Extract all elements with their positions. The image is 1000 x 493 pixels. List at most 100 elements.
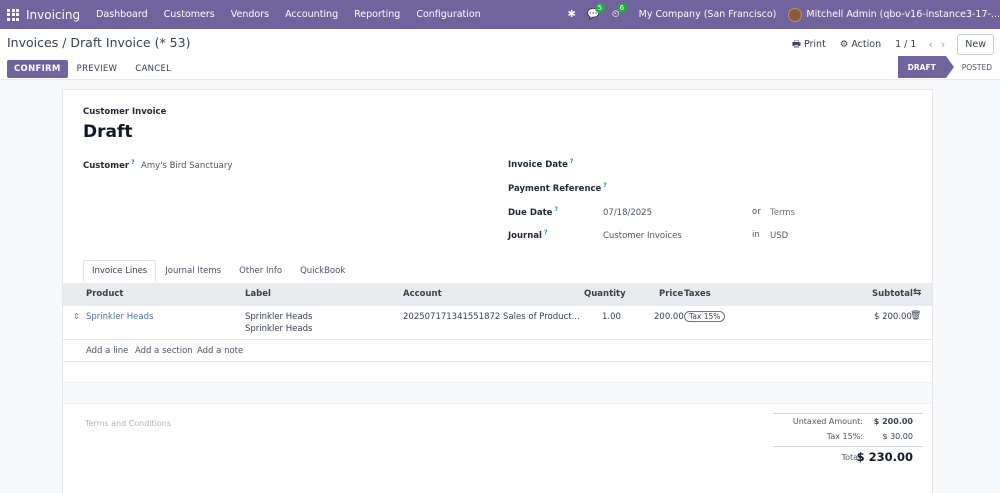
print-label: Print	[803, 39, 826, 50]
control-panel: Invoices / Draft Invoice (* 53) 🖶 Print ⚙…	[0, 29, 1000, 80]
confirm-button[interactable]: CONFIRM	[7, 60, 68, 78]
menu-accounting[interactable]: Accounting	[285, 9, 338, 20]
status-bar: DRAFT POSTED	[897, 56, 1000, 78]
breadcrumb-invoices[interactable]: Invoices	[7, 35, 58, 50]
customer-field[interactable]: Amy's Bird Sanctuary	[141, 161, 232, 171]
breadcrumb-separator: /	[62, 35, 67, 50]
tax-value: $ 30.00	[882, 432, 913, 441]
payment-reference-label: Payment Reference?	[508, 182, 607, 194]
top-navbar: Invoicing Dashboard Customers Vendors Ac…	[0, 0, 1000, 29]
breadcrumb: Invoices / Draft Invoice (* 53)	[7, 35, 190, 50]
status-draft[interactable]: DRAFT	[897, 56, 954, 78]
activities-badge: 6	[616, 3, 628, 13]
line-label-1[interactable]: Sprinkler Heads	[245, 312, 312, 322]
due-date-field[interactable]: 07/18/2025	[603, 208, 652, 218]
action-label: Action	[851, 39, 882, 50]
add-section-link[interactable]: Add a section	[135, 346, 193, 356]
form-actions: CONFIRM PREVIEW CANCEL	[7, 60, 180, 78]
table-row[interactable]: ⇕ Sprinkler Heads Sprinkler Heads Sprink…	[63, 306, 932, 340]
terms-conditions-field[interactable]: Terms and Conditions	[85, 419, 171, 428]
gear-icon: ⚙	[839, 39, 849, 50]
col-product[interactable]: Product	[86, 289, 124, 299]
menu-configuration[interactable]: Configuration	[416, 9, 480, 20]
help-icon[interactable]: ?	[544, 229, 547, 236]
tab-other-info[interactable]: Other Info	[230, 260, 291, 282]
help-icon[interactable]: ?	[131, 159, 134, 166]
col-quantity[interactable]: Quantity	[584, 289, 626, 299]
app-name[interactable]: Invoicing	[26, 8, 80, 22]
help-icon[interactable]: ?	[570, 158, 573, 165]
due-date-label: Due Date?	[508, 206, 558, 218]
bug-icon[interactable]: ✱	[561, 9, 583, 20]
user-menu[interactable]: Mitchell Admin (qbo-v16-instance3-17-...	[806, 9, 1000, 20]
menu-customers[interactable]: Customers	[164, 9, 215, 20]
navbar-systray: ✱ 💬 5 ⏲ 6 My Company (San Francisco) Mitch…	[561, 0, 1000, 29]
pager-value[interactable]: 1 / 1	[895, 39, 916, 50]
tax-label: Tax 15%:	[826, 432, 863, 441]
invoice-date-label: Invoice Date?	[508, 158, 574, 170]
line-price[interactable]: 200.00	[654, 312, 684, 322]
tab-journal-items[interactable]: Journal Items	[156, 260, 230, 282]
user-avatar[interactable]	[788, 7, 803, 22]
col-label[interactable]: Label	[245, 289, 271, 299]
drag-handle-icon[interactable]: ⇕	[73, 312, 80, 321]
journal-label: Journal?	[508, 229, 548, 241]
col-taxes[interactable]: Taxes	[684, 289, 711, 299]
menu-dashboard[interactable]: Dashboard	[96, 9, 148, 20]
invoice-sheet: Customer Invoice Draft Customer? Amy's B…	[62, 89, 933, 493]
menu-vendors[interactable]: Vendors	[231, 9, 269, 20]
app-menu-icon[interactable]	[0, 0, 26, 29]
new-button[interactable]: New	[957, 34, 994, 55]
line-account[interactable]: 20250717134155187​2 Sales of Product...	[403, 312, 580, 322]
activities-icon[interactable]: ⏲ 6	[605, 3, 628, 20]
lines-table-header: Product Label Account Quantity Price Tax…	[63, 283, 932, 306]
or-label: or	[752, 207, 761, 217]
messages-badge: 5	[594, 3, 606, 13]
menu-reporting[interactable]: Reporting	[354, 9, 400, 20]
journal-field[interactable]: Customer Invoices	[603, 231, 682, 241]
untaxed-row: Untaxed Amount: $ 200.00	[773, 414, 923, 429]
invoice-date-field[interactable]	[601, 156, 751, 170]
total-row: Total: $ 230.00	[773, 446, 923, 466]
tax-row: Tax 15%: $ 30.00	[773, 429, 923, 444]
help-icon[interactable]: ?	[554, 206, 557, 213]
company-switcher[interactable]: My Company (San Francisco)	[639, 9, 777, 20]
col-subtotal[interactable]: Subtotal	[872, 289, 913, 299]
totals-panel: Untaxed Amount: $ 200.00 Tax 15%: $ 30.0…	[773, 413, 923, 466]
total-value: $ 230.00	[856, 450, 913, 464]
col-account[interactable]: Account	[403, 289, 442, 299]
preview-button[interactable]: PREVIEW	[68, 60, 127, 78]
print-button[interactable]: 🖶 Print	[792, 37, 826, 53]
line-quantity[interactable]: 1.00	[602, 312, 621, 322]
tab-invoice-lines[interactable]: Invoice Lines	[83, 260, 157, 282]
tax-badge[interactable]: Tax 15%	[684, 311, 726, 322]
column-settings-icon[interactable]: ⇆	[913, 287, 921, 298]
add-note-link[interactable]: Add a note	[197, 346, 243, 356]
breadcrumb-current: Draft Invoice (* 53)	[70, 35, 191, 50]
customer-label: Customer?	[83, 159, 135, 171]
cancel-button[interactable]: CANCEL	[126, 60, 180, 78]
pager-previous-icon[interactable]: ‹	[928, 38, 932, 51]
pager-next-icon[interactable]: ›	[941, 38, 945, 51]
payment-reference-field[interactable]	[601, 180, 751, 194]
currency-field[interactable]: USD	[770, 231, 788, 241]
line-product[interactable]: Sprinkler Heads	[86, 312, 153, 322]
in-label: in	[752, 230, 760, 240]
action-button[interactable]: ⚙ Action	[840, 39, 881, 50]
add-line-link[interactable]: Add a line	[86, 346, 128, 356]
page-title: Draft	[83, 122, 133, 142]
line-subtotal: $ 200.00	[874, 312, 912, 322]
add-line-row: Add a line Add a section Add a note	[63, 340, 932, 362]
messages-icon[interactable]: 💬 5	[583, 3, 606, 20]
col-price[interactable]: Price	[659, 289, 683, 299]
empty-row	[63, 383, 932, 404]
status-posted[interactable]: POSTED	[954, 63, 1000, 72]
line-label-2[interactable]: Sprinkler Heads	[245, 324, 312, 334]
notebook-tabs: Invoice Lines Journal Items Other Info Q…	[83, 260, 354, 282]
trash-icon[interactable]: 🗑	[910, 311, 921, 321]
untaxed-label: Untaxed Amount:	[792, 417, 863, 426]
tab-quickbook[interactable]: QuickBook	[291, 260, 354, 282]
payment-terms-field[interactable]: Terms	[770, 208, 795, 218]
document-type: Customer Invoice	[83, 107, 167, 117]
main-menu: Dashboard Customers Vendors Accounting R…	[96, 9, 481, 20]
